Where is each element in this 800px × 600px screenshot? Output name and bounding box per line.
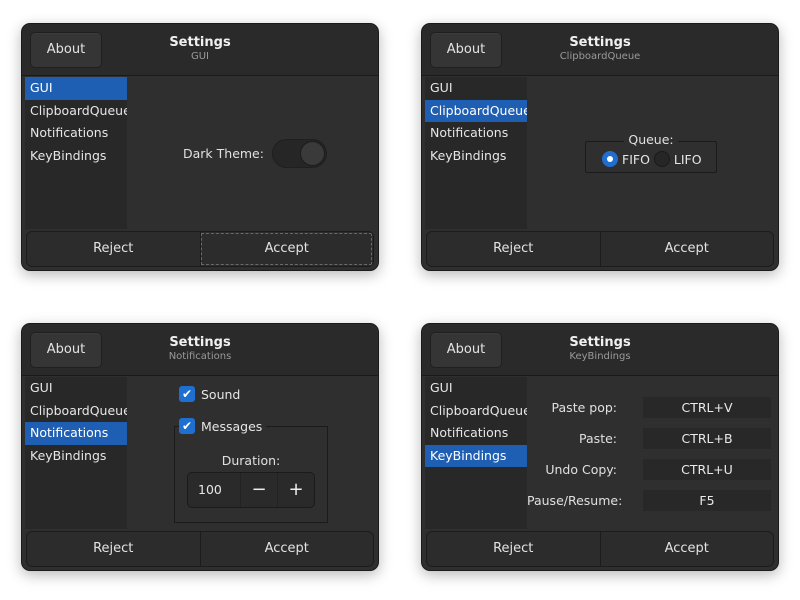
dark-theme-label: Dark Theme: xyxy=(183,146,264,161)
radio-fifo-label[interactable]: FIFO xyxy=(622,152,650,167)
window-title: Settings xyxy=(569,335,631,350)
messages-label[interactable]: Messages xyxy=(201,419,262,434)
content-clipboardqueue: Queue: FIFO LIFO xyxy=(527,77,778,229)
settings-window-clipboardqueue: About Settings ClipboardQueue GUI Clipbo… xyxy=(421,23,779,271)
keybinding-field[interactable]: CTRL+V xyxy=(643,397,771,418)
title-block: Settings Notifications xyxy=(22,335,378,363)
radio-lifo-indicator[interactable] xyxy=(653,151,670,167)
sound-label[interactable]: Sound xyxy=(201,387,240,402)
sidebar-item-keybindings[interactable]: KeyBindings xyxy=(25,145,127,168)
duration-spinbox: 100 − + xyxy=(187,472,315,508)
content-keybindings: Paste pop: CTRL+V Paste: CTRL+B Undo Cop… xyxy=(527,377,778,529)
radio-lifo[interactable]: LIFO xyxy=(653,151,702,167)
window-subtitle: GUI xyxy=(190,51,210,62)
keybinding-label: Paste pop: xyxy=(551,400,617,415)
keybinding-field[interactable]: F5 xyxy=(643,490,771,511)
duration-label: Duration: xyxy=(221,453,281,468)
sidebar-item-gui[interactable]: GUI xyxy=(425,77,527,100)
window-subtitle: ClipboardQueue xyxy=(559,51,641,62)
title-block: Settings GUI xyxy=(22,35,378,63)
queue-legend: Queue: xyxy=(586,132,716,147)
checkmark-icon[interactable]: ✔ xyxy=(179,418,195,434)
sidebar-item-notifications[interactable]: Notifications xyxy=(425,422,527,445)
window-title: Settings xyxy=(569,35,631,50)
accept-button[interactable]: Accept xyxy=(599,532,774,566)
title-block: Settings ClipboardQueue xyxy=(422,35,778,63)
keybinding-field[interactable]: CTRL+U xyxy=(643,459,771,480)
keybinding-label: Pause/Resume: xyxy=(527,493,623,508)
keybinding-row: Undo Copy: CTRL+U xyxy=(527,459,778,480)
queue-radio-group: FIFO LIFO xyxy=(602,151,706,167)
toggle-knob xyxy=(299,141,325,166)
accept-button[interactable]: Accept xyxy=(599,232,774,266)
content-notifications: ✔ Sound Duration: 100 − + ✔ Messages xyxy=(127,377,378,529)
sidebar-item-clipboardqueue[interactable]: ClipboardQueue xyxy=(425,400,527,423)
accept-button[interactable]: Accept xyxy=(199,232,374,266)
sidebar-item-gui[interactable]: GUI xyxy=(25,77,127,100)
keybinding-row: Pause/Resume: F5 xyxy=(527,490,778,511)
dialog-buttons: Reject Accept xyxy=(426,531,774,567)
header-bar: About Settings KeyBindings xyxy=(422,324,778,376)
keybinding-label: Paste: xyxy=(579,431,617,446)
reject-button[interactable]: Reject xyxy=(427,232,600,266)
window-subtitle: Notifications xyxy=(168,351,232,362)
dark-theme-row: Dark Theme: xyxy=(183,139,327,168)
sidebar-item-clipboardqueue[interactable]: ClipboardQueue xyxy=(25,400,127,423)
settings-window-notifications: About Settings Notifications GUI Clipboa… xyxy=(21,323,379,571)
duration-input[interactable]: 100 xyxy=(188,473,240,507)
header-bar: About Settings Notifications xyxy=(22,324,378,376)
sidebar: GUI ClipboardQueue Notifications KeyBind… xyxy=(25,77,127,229)
increment-button[interactable]: + xyxy=(277,473,314,507)
window-title: Settings xyxy=(169,335,231,350)
radio-fifo-indicator[interactable] xyxy=(602,151,618,167)
content-gui: Dark Theme: xyxy=(127,77,378,229)
sidebar-item-notifications[interactable]: Notifications xyxy=(425,122,527,145)
header-bar: About Settings GUI xyxy=(22,24,378,76)
sound-checkbox[interactable]: ✔ Sound xyxy=(179,386,240,402)
settings-window-keybindings: About Settings KeyBindings GUI Clipboard… xyxy=(421,323,779,571)
checkmark-icon[interactable]: ✔ xyxy=(179,386,195,402)
sidebar-item-keybindings[interactable]: KeyBindings xyxy=(425,444,527,467)
sidebar-item-gui[interactable]: GUI xyxy=(425,377,527,400)
sidebar-item-keybindings[interactable]: KeyBindings xyxy=(25,445,127,468)
sidebar-item-keybindings[interactable]: KeyBindings xyxy=(425,145,527,168)
settings-window-gui: About Settings GUI GUI ClipboardQueue No… xyxy=(21,23,379,271)
messages-groupbox: Duration: 100 − + xyxy=(174,426,328,523)
window-title: Settings xyxy=(169,35,231,50)
title-block: Settings KeyBindings xyxy=(422,335,778,363)
messages-checkbox[interactable]: ✔ Messages xyxy=(179,418,267,434)
sidebar: GUI ClipboardQueue Notifications KeyBind… xyxy=(425,377,527,529)
radio-lifo-label[interactable]: LIFO xyxy=(674,152,702,167)
accept-button[interactable]: Accept xyxy=(199,532,374,566)
sidebar-item-notifications[interactable]: Notifications xyxy=(25,422,127,445)
keybinding-field[interactable]: CTRL+B xyxy=(643,428,771,449)
sidebar-item-clipboardqueue[interactable]: ClipboardQueue xyxy=(425,99,527,122)
reject-button[interactable]: Reject xyxy=(427,532,600,566)
decrement-button[interactable]: − xyxy=(240,473,277,507)
sidebar: GUI ClipboardQueue Notifications KeyBind… xyxy=(425,77,527,229)
header-bar: About Settings ClipboardQueue xyxy=(422,24,778,76)
sidebar-item-notifications[interactable]: Notifications xyxy=(25,122,127,145)
sidebar-item-clipboardqueue[interactable]: ClipboardQueue xyxy=(25,100,127,123)
sidebar-item-gui[interactable]: GUI xyxy=(25,377,127,400)
reject-button[interactable]: Reject xyxy=(27,232,200,266)
keybinding-row: Paste: CTRL+B xyxy=(527,428,778,449)
keybinding-row: Paste pop: CTRL+V xyxy=(527,397,778,418)
queue-groupbox: Queue: FIFO LIFO xyxy=(585,132,717,173)
keybinding-label: Undo Copy: xyxy=(545,462,617,477)
window-subtitle: KeyBindings xyxy=(569,351,631,362)
dialog-buttons: Reject Accept xyxy=(26,231,374,267)
radio-fifo[interactable]: FIFO xyxy=(602,151,650,167)
dialog-buttons: Reject Accept xyxy=(26,531,374,567)
dark-theme-toggle[interactable] xyxy=(271,139,327,168)
dialog-buttons: Reject Accept xyxy=(426,231,774,267)
reject-button[interactable]: Reject xyxy=(27,532,200,566)
queue-label: Queue: xyxy=(624,132,678,147)
sidebar: GUI ClipboardQueue Notifications KeyBind… xyxy=(25,377,127,529)
